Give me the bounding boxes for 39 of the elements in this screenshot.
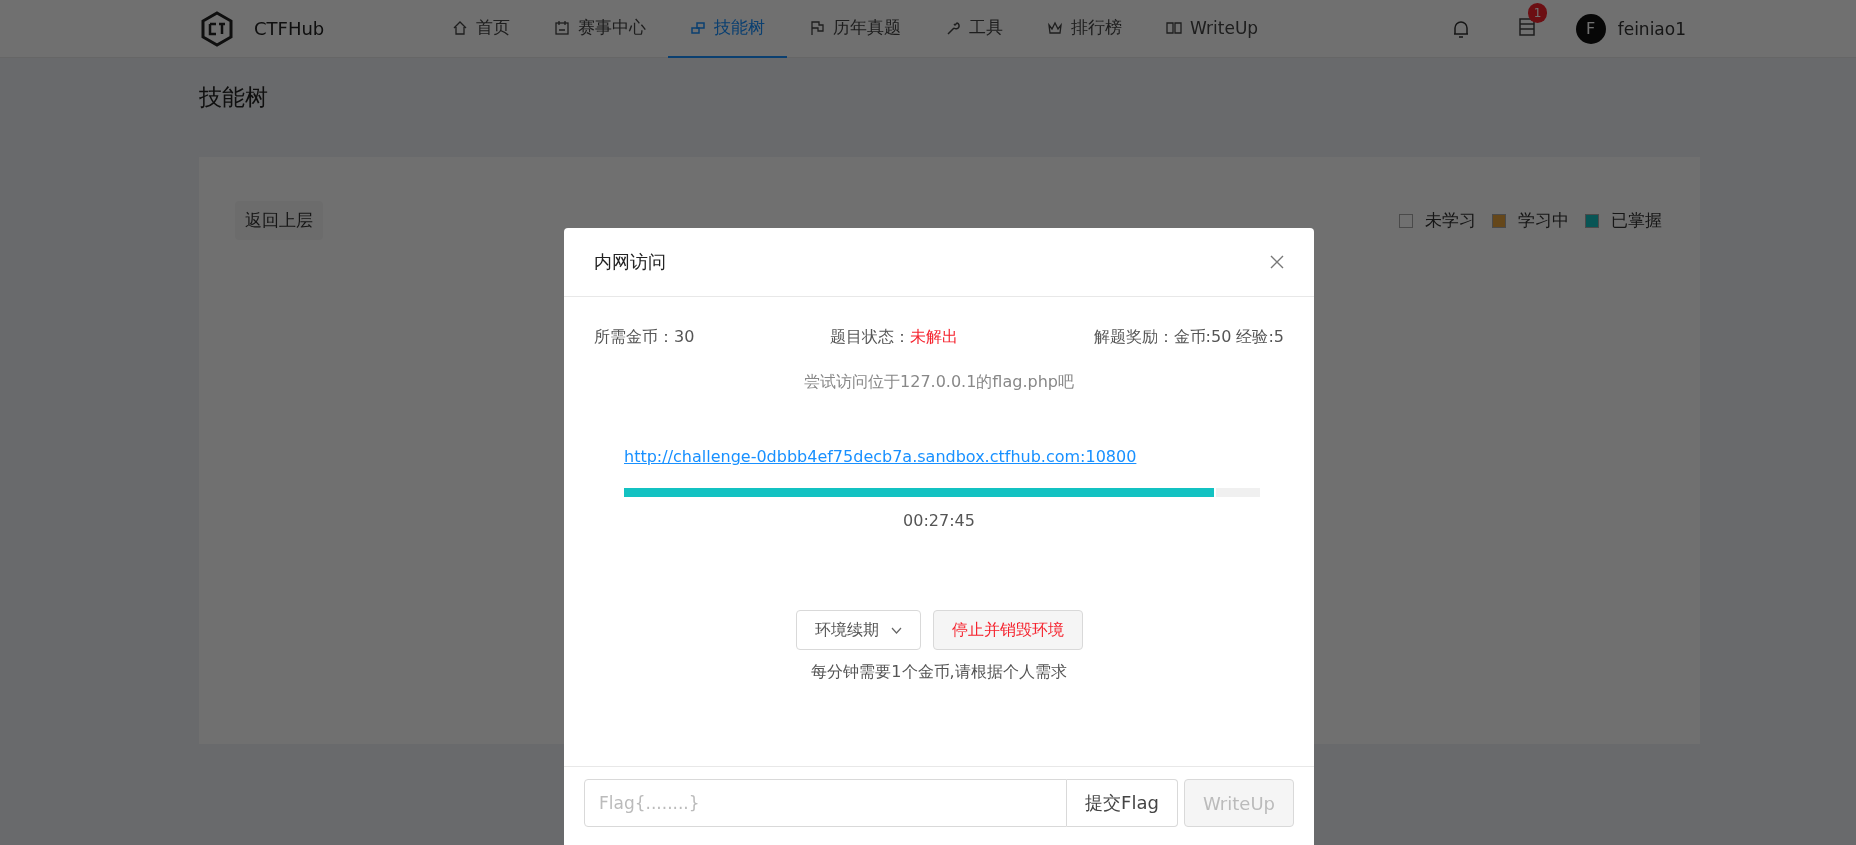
blocks-icon <box>690 19 706 36</box>
reward-text: 解题奖励：金币:50 经验:5 <box>1093 327 1284 348</box>
challenge-link[interactable]: http://challenge-0dbbb4ef75decb7a.sandbox.ctfhub.com:10800 <box>624 447 1137 466</box>
legend-label: 已掌握 <box>1611 209 1662 232</box>
cost-text: 所需金币：30 <box>594 327 695 348</box>
submit-flag-button[interactable]: 提交Flag <box>1067 779 1178 827</box>
nav-tab[interactable]: 首页 <box>430 0 532 58</box>
stop-button[interactable]: 停止并销毁环境 <box>932 610 1083 650</box>
cost-note: 每分钟需要1个金币,请根据个人需求 <box>810 662 1068 683</box>
calendar-icon <box>554 19 570 36</box>
countdown-timer: 00:27:45 <box>902 511 976 530</box>
legend-label: 学习中 <box>1518 209 1569 232</box>
nav-tab[interactable]: 赛事中心 <box>532 0 668 58</box>
site-name: CTFHub <box>254 18 325 39</box>
nav-tab[interactable]: 技能树 <box>668 0 787 58</box>
home-icon <box>452 19 468 36</box>
server-icon[interactable] <box>1517 16 1536 37</box>
hexagon-logo-icon <box>200 10 234 47</box>
flag-input[interactable]: Flag{........} <box>584 779 1068 827</box>
page-title: 技能树 <box>199 83 269 112</box>
wrench-icon <box>945 19 961 36</box>
bell-icon[interactable] <box>1451 18 1470 39</box>
nav-tab[interactable]: WriteUp <box>1144 0 1281 58</box>
hint-text: 尝试访问位于127.0.0.1的flag.php吧 <box>803 372 1075 393</box>
notification-badge: 1 <box>1527 2 1548 23</box>
nav-tab[interactable]: 工具 <box>923 0 1025 58</box>
username[interactable]: feiniao1 <box>1617 18 1686 39</box>
nav-tab[interactable]: 排行榜 <box>1025 0 1144 58</box>
nav-tab[interactable]: 历年真题 <box>787 0 923 58</box>
close-icon[interactable] <box>1270 255 1284 269</box>
back-button[interactable]: 返回上层 <box>235 201 323 240</box>
book-icon <box>1166 19 1182 36</box>
user-avatar[interactable]: F <box>1575 13 1606 44</box>
status-text: 题目状态：未解出 <box>829 327 958 348</box>
caret-icon <box>890 626 902 634</box>
dialog-title: 内网访问 <box>594 250 666 274</box>
flag-icon <box>809 19 825 36</box>
renew-dropdown[interactable]: 环境续期 <box>795 610 921 650</box>
legend-label: 未学习 <box>1425 209 1476 232</box>
